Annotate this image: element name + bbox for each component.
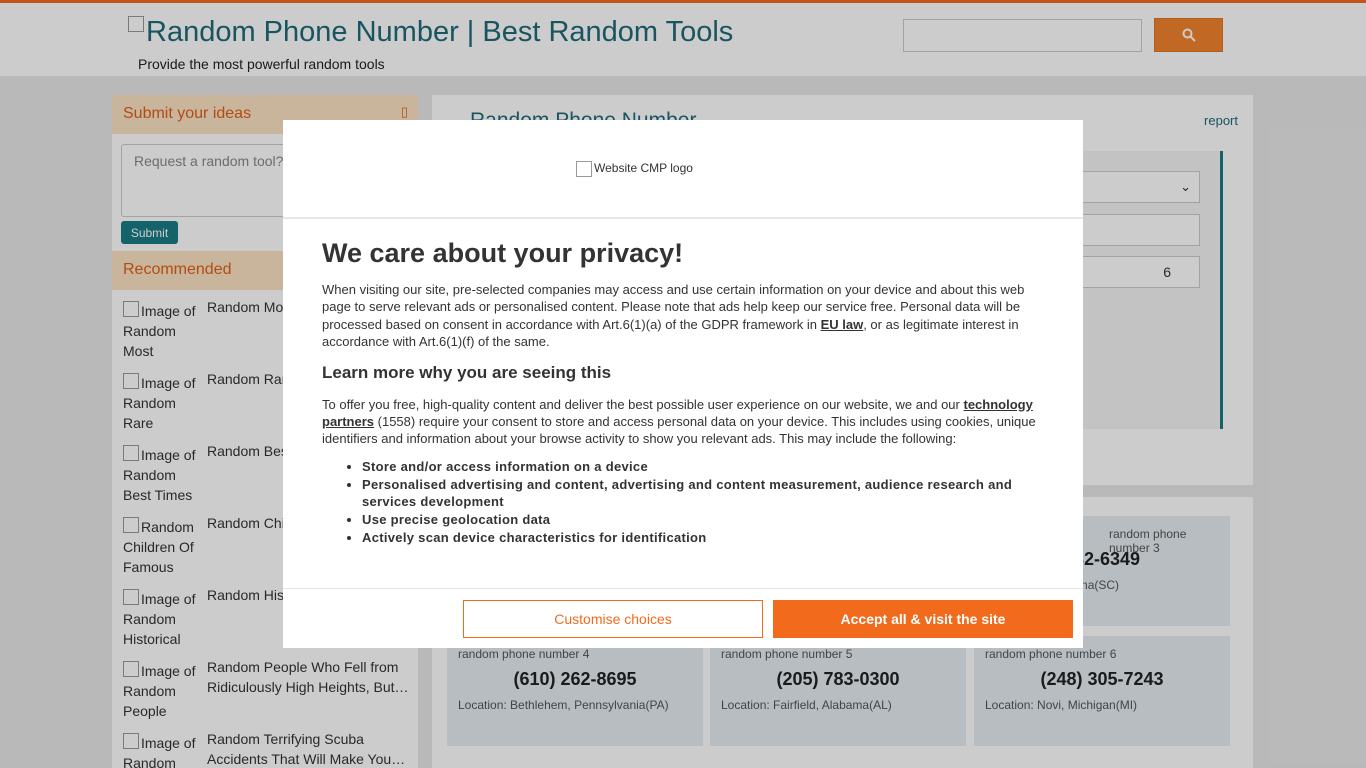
cmp-logo: Website CMP logo xyxy=(576,161,693,177)
customise-choices-button[interactable]: Customise choices xyxy=(463,600,763,638)
consent-heading: We care about your privacy! xyxy=(322,238,684,268)
consent-body[interactable]: We care about your privacy! When visitin… xyxy=(322,238,1044,588)
consent-details: To offer you free, high-quality content … xyxy=(322,396,1036,447)
divider xyxy=(283,217,1083,219)
accept-all-button[interactable]: Accept all & visit the site xyxy=(773,600,1073,638)
purpose-item: Store and/or access information on a dev… xyxy=(362,458,1044,475)
purpose-item: Actively scan device characteristics for… xyxy=(362,529,1044,546)
purpose-item: Use precise geolocation data xyxy=(362,511,1044,528)
purpose-list: Store and/or access information on a dev… xyxy=(362,458,1044,547)
broken-image-icon xyxy=(576,161,592,177)
consent-dialog: Website CMP logo We care about your priv… xyxy=(283,120,1083,648)
consent-subheading: Learn more why you are seeing this xyxy=(322,362,612,382)
purpose-item: Personalised advertising and content, ad… xyxy=(362,476,1044,511)
consent-footer: Customise choices Accept all & visit the… xyxy=(283,588,1083,648)
eu-law-link[interactable]: EU law xyxy=(821,317,864,332)
consent-intro: When visiting our site, pre-selected com… xyxy=(322,282,1025,350)
